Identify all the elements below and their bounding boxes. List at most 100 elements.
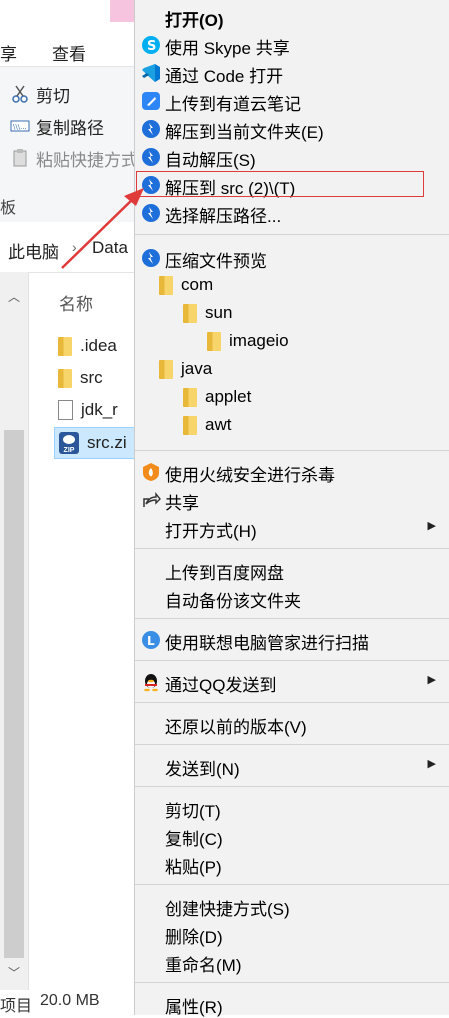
menu-item-open-label: 打开(O)	[165, 11, 224, 30]
menu-item-youdao-label: 上传到有道云笔记	[165, 95, 301, 114]
menu-item-lenovo-scan-label: 使用联想电脑管家进行扫描	[165, 634, 369, 653]
status-size: 20.0 MB	[40, 992, 100, 1009]
menu-item-huorong-label: 使用火绒安全进行杀毒	[165, 466, 335, 485]
menu-item-skype-share[interactable]: S 使用 Skype 共享	[135, 31, 449, 59]
svg-text:\\\...: \\\...	[13, 123, 27, 131]
menu-separator	[135, 660, 449, 661]
menu-item-paste[interactable]: 粘贴(P)	[135, 850, 449, 878]
menu-item-restore-label: 还原以前的版本(V)	[165, 718, 307, 737]
menu-separator	[135, 884, 449, 885]
file-row-src[interactable]: src	[58, 363, 103, 393]
menu-item-auto-extract-label: 自动解压(S)	[165, 151, 256, 170]
menu-item-delete[interactable]: 删除(D)	[135, 920, 449, 948]
menu-separator	[135, 234, 449, 235]
menu-item-send-to[interactable]: 发送到(N) ▶	[135, 752, 449, 780]
preview-folder-applet[interactable]: applet	[183, 387, 251, 407]
menu-item-properties[interactable]: 属性(R)	[135, 990, 449, 1018]
ribbon-cut-label: 剪切	[36, 86, 70, 106]
preview-folder-label: java	[181, 359, 213, 378]
column-header-name[interactable]: 名称	[59, 290, 93, 315]
menu-item-copy-label: 复制(C)	[165, 830, 223, 849]
menu-separator	[135, 548, 449, 549]
bandizip-icon	[140, 247, 162, 269]
document-icon	[58, 400, 73, 420]
ribbon-cut-button[interactable]: 剪切	[10, 82, 70, 106]
menu-item-restore-versions[interactable]: 还原以前的版本(V)	[135, 710, 449, 738]
ribbon-tab-view[interactable]: 查看	[52, 40, 86, 65]
menu-item-open-code[interactable]: 通过 Code 打开	[135, 59, 449, 87]
svg-text:S: S	[147, 39, 156, 54]
folder-icon	[58, 368, 72, 388]
share-icon	[140, 489, 162, 511]
menu-item-auto-backup[interactable]: 自动备份该文件夹	[135, 584, 449, 612]
menu-item-share-label: 共享	[165, 494, 199, 513]
file-name: src.zi	[87, 433, 127, 452]
preview-folder-awt[interactable]: awt	[183, 415, 231, 435]
ribbon-copy-path-label: 复制路径	[36, 118, 104, 138]
menu-item-copy[interactable]: 复制(C)	[135, 822, 449, 850]
menu-separator	[135, 744, 449, 745]
bandizip-icon	[140, 202, 162, 224]
menu-item-huorong-scan[interactable]: 使用火绒安全进行杀毒	[135, 458, 449, 486]
menu-item-cut-label: 剪切(T)	[165, 802, 221, 821]
menu-item-open[interactable]: 打开(O)	[135, 3, 449, 31]
preview-folder-java[interactable]: java	[159, 359, 212, 379]
ribbon-paste-shortcut-button[interactable]: 粘贴快捷方式	[10, 146, 138, 170]
menu-item-qq-send-label: 通过QQ发送到	[165, 676, 277, 695]
bandizip-icon	[140, 118, 162, 140]
context-menu: 打开(O) S 使用 Skype 共享 通过 Code 打开 上传到有道云笔记 …	[134, 0, 449, 1018]
menu-item-share[interactable]: 共享	[135, 486, 449, 514]
scroll-down-icon[interactable]: ﹀	[8, 964, 20, 981]
menu-item-youdao[interactable]: 上传到有道云笔记	[135, 87, 449, 115]
breadcrumb-this-pc[interactable]: 此电脑	[8, 238, 59, 263]
folder-icon	[207, 331, 221, 351]
scroll-up-icon[interactable]: ︿	[8, 288, 20, 305]
file-row-jdk[interactable]: jdk_r	[58, 395, 118, 425]
preview-folder-label: sun	[205, 303, 233, 322]
folder-icon	[183, 387, 197, 407]
menu-item-open-code-label: 通过 Code 打开	[165, 67, 284, 86]
menu-item-choose-path[interactable]: 选择解压路径...	[135, 199, 449, 227]
submenu-arrow-icon: ▶	[427, 758, 436, 770]
menu-item-rename-label: 重命名(M)	[165, 956, 242, 975]
breadcrumb-separator-icon: ›	[72, 239, 77, 255]
ribbon-tab-share[interactable]: 享	[0, 40, 17, 65]
menu-item-preview-label: 压缩文件预览	[165, 252, 267, 271]
preview-folder-label: com	[181, 275, 214, 294]
submenu-arrow-icon: ▶	[427, 674, 436, 686]
preview-folder-com[interactable]: com	[159, 275, 213, 295]
file-row-idea[interactable]: .idea	[58, 331, 117, 361]
menu-item-lenovo-scan[interactable]: L 使用联想电脑管家进行扫描	[135, 626, 449, 654]
menu-item-open-with[interactable]: 打开方式(H) ▶	[135, 514, 449, 542]
menu-item-qq-send[interactable]: 通过QQ发送到 ▶	[135, 668, 449, 696]
breadcrumb-data[interactable]: Data	[92, 238, 128, 258]
huorong-flame-icon	[140, 461, 162, 483]
preview-folder-label: applet	[205, 387, 252, 406]
preview-folder-imageio[interactable]: imageio	[207, 331, 289, 351]
menu-item-properties-label: 属性(R)	[165, 998, 223, 1017]
menu-item-auto-backup-label: 自动备份该文件夹	[165, 592, 301, 611]
preview-folder-sun[interactable]: sun	[183, 303, 232, 323]
menu-item-create-shortcut[interactable]: 创建快捷方式(S)	[135, 892, 449, 920]
menu-item-preview[interactable]: 压缩文件预览	[135, 244, 449, 272]
menu-item-auto-extract[interactable]: 自动解压(S)	[135, 143, 449, 171]
copy-path-icon: \\\...	[10, 116, 30, 136]
scrollbar-thumb[interactable]	[4, 430, 24, 958]
vscode-icon	[140, 62, 162, 84]
menu-item-baidu-upload[interactable]: 上传到百度网盘	[135, 556, 449, 584]
menu-separator	[135, 450, 449, 451]
skype-icon: S	[140, 34, 162, 56]
menu-item-rename[interactable]: 重命名(M)	[135, 948, 449, 976]
status-item-count: 项目	[0, 998, 33, 1015]
ribbon-copy-path-button[interactable]: \\\... 复制路径	[10, 114, 104, 138]
submenu-arrow-icon: ▶	[427, 520, 436, 532]
ribbon-group-label: 板	[0, 200, 17, 217]
menu-item-extract-here[interactable]: 解压到当前文件夹(E)	[135, 115, 449, 143]
menu-separator	[135, 982, 449, 983]
menu-separator	[135, 702, 449, 703]
menu-item-create-shortcut-label: 创建快捷方式(S)	[165, 900, 290, 919]
zip-file-icon: ZIP	[59, 432, 79, 454]
svg-text:L: L	[147, 634, 155, 648]
menu-item-cut[interactable]: 剪切(T)	[135, 794, 449, 822]
paste-shortcut-icon	[10, 148, 30, 168]
